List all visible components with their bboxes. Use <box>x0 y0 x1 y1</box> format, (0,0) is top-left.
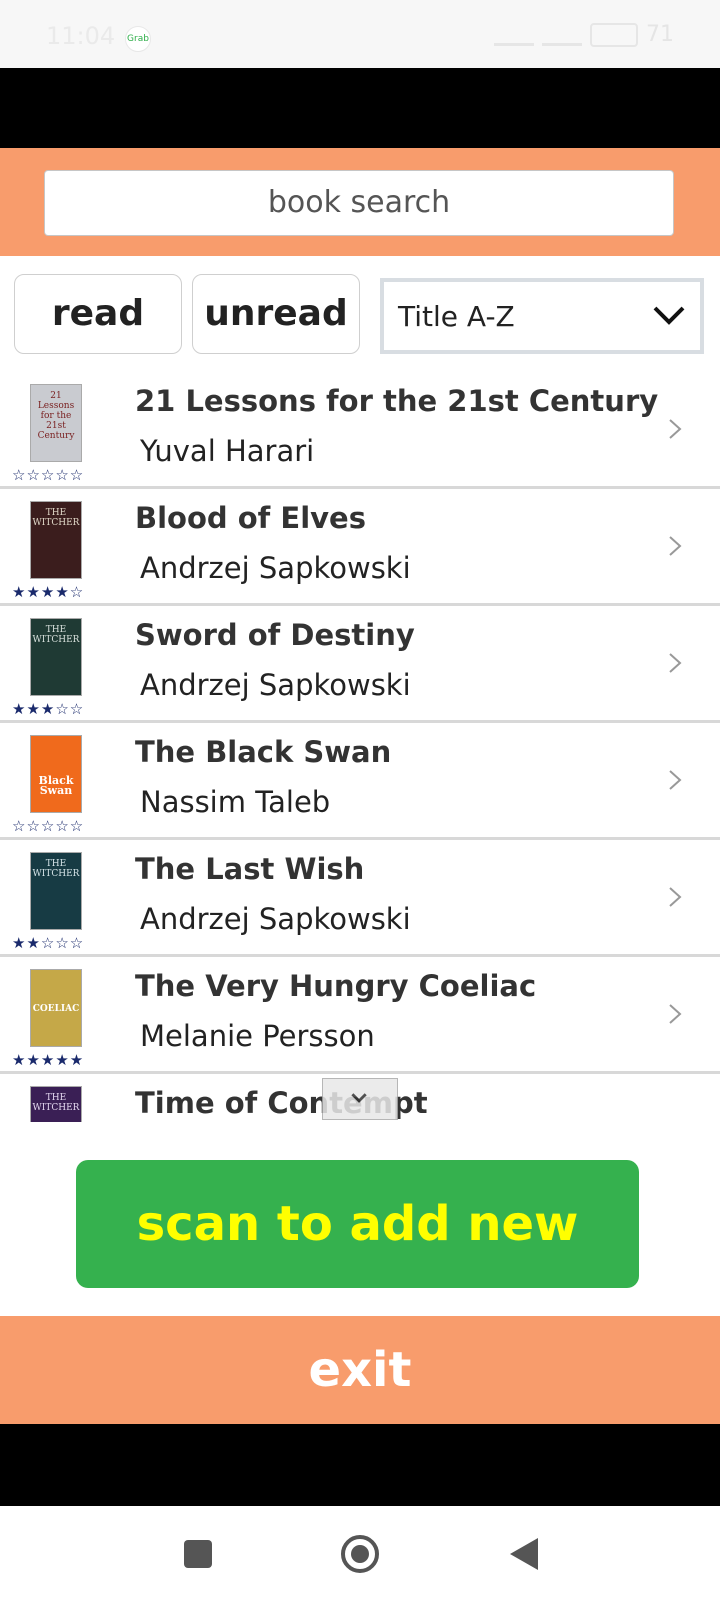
battery-level: 71 <box>646 22 674 47</box>
chevron-down-icon <box>653 306 685 325</box>
book-list[interactable]: 21 Lessons for the 21st Century ☆☆☆☆☆ 21… <box>0 372 720 1122</box>
book-author: Andrzej Sapkowski <box>140 668 411 702</box>
read-filter-button[interactable]: read <box>14 274 182 354</box>
book-cover: THE WITCHER <box>30 1086 82 1122</box>
book-title: 21 Lessons for the 21st Century <box>135 384 659 418</box>
unread-filter-button[interactable]: unread <box>192 274 360 354</box>
book-author: Yuval Harari <box>140 434 315 468</box>
book-cover-title: Black Swan <box>38 774 74 797</box>
book-cover: Black Swan <box>30 735 82 813</box>
book-cover-title: THE WITCHER <box>32 625 80 645</box>
book-cover: THE WITCHER <box>30 852 82 930</box>
signal-icon <box>494 23 534 46</box>
book-cover: THE WITCHER <box>30 618 82 696</box>
exit-button[interactable]: exit <box>0 1316 720 1424</box>
book-cover-title: 21 Lessons for the 21st Century <box>37 391 75 441</box>
status-time: 11:04 <box>46 22 116 50</box>
status-bar: 11:04 Grab 71 <box>0 0 720 68</box>
rating-stars[interactable]: ★★☆☆☆ <box>12 934 84 952</box>
book-cover-title: COELIAC <box>32 1004 80 1014</box>
sort-select[interactable]: Title A-Z <box>380 278 704 354</box>
book-row[interactable]: COELIAC ★★★★★ The Very Hungry Coeliac Me… <box>0 957 720 1074</box>
book-cover-title: THE WITCHER <box>32 859 80 879</box>
battery-icon <box>590 22 638 47</box>
rating-stars[interactable]: ★★★★★ <box>12 1051 84 1069</box>
book-title: Blood of Elves <box>135 501 366 535</box>
app-notification-icon: Grab <box>125 26 151 52</box>
chevron-right-icon <box>669 419 682 439</box>
bottom-black-band <box>0 1424 720 1506</box>
book-author: Melanie Persson <box>140 1019 375 1053</box>
back-icon[interactable] <box>506 1536 540 1572</box>
book-cover-title: THE WITCHER <box>32 1093 80 1113</box>
chevron-right-icon <box>669 653 682 673</box>
search-input[interactable]: book search <box>44 170 674 236</box>
book-author: Andrzej Sapkowski <box>140 902 411 936</box>
book-title: The Black Swan <box>135 735 392 769</box>
sort-selected-value: Title A-Z <box>398 300 515 333</box>
system-nav-bar <box>0 1506 720 1600</box>
chevron-right-icon <box>669 887 682 907</box>
book-row[interactable]: 21 Lessons for the 21st Century ☆☆☆☆☆ 21… <box>0 372 720 489</box>
book-cover: 21 Lessons for the 21st Century <box>30 384 82 462</box>
rating-stars[interactable]: ★★★★☆ <box>12 583 84 601</box>
book-title: The Very Hungry Coeliac <box>135 969 537 1003</box>
chevron-down-icon <box>351 1093 367 1103</box>
book-row[interactable]: THE WITCHER ★★★★☆ Blood of Elves Andrzej… <box>0 489 720 606</box>
book-row[interactable]: THE WITCHER ★★★☆☆ Sword of Destiny Andrz… <box>0 606 720 723</box>
chevron-right-icon <box>669 536 682 556</box>
top-black-band <box>0 68 720 148</box>
rating-stars[interactable]: ☆☆☆☆☆ <box>12 466 84 484</box>
rating-stars[interactable]: ☆☆☆☆☆ <box>12 817 84 835</box>
chevron-right-icon <box>669 1004 682 1024</box>
rating-stars[interactable]: ★★★☆☆ <box>12 700 84 718</box>
book-cover: THE WITCHER <box>30 501 82 579</box>
book-cover-title: THE WITCHER <box>32 508 80 528</box>
book-cover: COELIAC <box>30 969 82 1047</box>
book-row[interactable]: THE WITCHER ★★☆☆☆ The Last Wish Andrzej … <box>0 840 720 957</box>
book-author: Nassim Taleb <box>140 785 331 819</box>
home-icon[interactable] <box>340 1534 380 1574</box>
book-row[interactable]: Black Swan ☆☆☆☆☆ The Black Swan Nassim T… <box>0 723 720 840</box>
book-author: Andrzej Sapkowski <box>140 551 411 585</box>
recents-icon[interactable] <box>184 1540 212 1568</box>
scan-add-book-button[interactable]: scan to add new book <box>76 1160 639 1380</box>
book-title: Sword of Destiny <box>135 618 415 652</box>
chevron-right-icon <box>669 770 682 790</box>
status-icons: 71 <box>494 22 674 47</box>
scroll-down-handle[interactable] <box>322 1078 398 1120</box>
book-title: The Last Wish <box>135 852 365 886</box>
wifi-icon <box>542 23 582 46</box>
